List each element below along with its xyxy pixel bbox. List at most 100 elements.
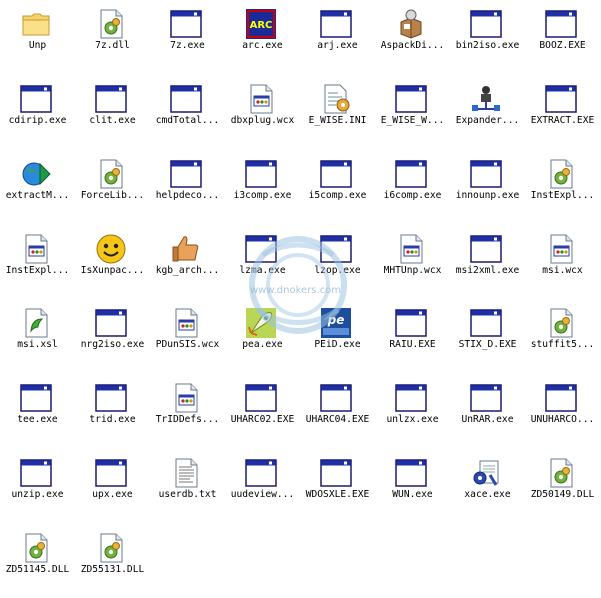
exe-window-icon: [320, 233, 352, 265]
exe-window-icon: [20, 457, 52, 489]
file-name-label: E_WISE_W...: [380, 115, 445, 126]
file-name-label: STIX_D.EXE: [458, 339, 517, 350]
file-item[interactable]: UNUHARCO...: [525, 378, 600, 448]
file-item[interactable]: 7z.dll: [75, 4, 150, 74]
folder-icon: [20, 8, 52, 40]
file-item[interactable]: E_WISE_W...: [375, 79, 450, 149]
file-item[interactable]: E_WISE.INI: [300, 79, 375, 149]
file-item[interactable]: STIX_D.EXE: [450, 303, 525, 373]
file-item[interactable]: WDOSXLE.EXE: [300, 453, 375, 523]
file-name-label: lzma.exe: [239, 265, 286, 276]
file-name-label: trid.exe: [89, 414, 136, 425]
file-item[interactable]: userdb.txt: [150, 453, 225, 523]
file-name-label: PDunSIS.wcx: [155, 339, 220, 350]
exe-window-icon: [95, 382, 127, 414]
file-name-label: EXTRACT.EXE: [530, 115, 595, 126]
file-name-label: TrIDDefs...: [155, 414, 220, 425]
file-item[interactable]: AspackDi...: [375, 4, 450, 74]
file-name-label: stuffit5...: [530, 339, 595, 350]
file-item[interactable]: i5comp.exe: [300, 154, 375, 224]
file-item[interactable]: 7z.exe: [150, 4, 225, 74]
file-name-label: nrg2iso.exe: [80, 339, 145, 350]
exe-window-icon: [395, 307, 427, 339]
file-item[interactable]: innounp.exe: [450, 154, 525, 224]
file-name-label: i5comp.exe: [308, 190, 367, 201]
exe-window-icon: [95, 307, 127, 339]
file-item[interactable]: helpdeco...: [150, 154, 225, 224]
exe-window-icon: [545, 83, 577, 115]
file-item[interactable]: cmdTotal...: [150, 79, 225, 149]
file-item[interactable]: BOOZ.EXE: [525, 4, 600, 74]
exe-window-icon: [395, 457, 427, 489]
file-item[interactable]: cdirip.exe: [0, 79, 75, 149]
file-item[interactable]: pe PEiD.exe: [300, 303, 375, 373]
arc-app-icon: ARC: [245, 8, 277, 40]
file-name-label: PEiD.exe: [314, 339, 361, 350]
file-item[interactable]: msi.xsl: [0, 303, 75, 373]
wcx-file-icon: [170, 382, 202, 414]
file-item[interactable]: PDunSIS.wcx: [150, 303, 225, 373]
file-item[interactable]: msi2xml.exe: [450, 229, 525, 299]
file-item[interactable]: nrg2iso.exe: [75, 303, 150, 373]
file-item[interactable]: kgb_arch...: [150, 229, 225, 299]
file-name-label: E_WISE.INI: [308, 115, 367, 126]
file-name-label: arj.exe: [317, 40, 358, 51]
file-item[interactable]: Unp: [0, 4, 75, 74]
file-item[interactable]: IsXunpac...: [75, 229, 150, 299]
file-item[interactable]: dbxplug.wcx: [225, 79, 300, 149]
exe-window-icon: [545, 8, 577, 40]
file-item[interactable]: xace.exe: [450, 453, 525, 523]
file-item[interactable]: arj.exe: [300, 4, 375, 74]
file-name-label: BOOZ.EXE: [539, 40, 586, 51]
file-item[interactable]: tee.exe: [0, 378, 75, 448]
file-name-label: userdb.txt: [158, 489, 217, 500]
expander-network-icon: [470, 83, 502, 115]
file-item[interactable]: unzip.exe: [0, 453, 75, 523]
file-item[interactable]: trid.exe: [75, 378, 150, 448]
file-item[interactable]: extractM...: [0, 154, 75, 224]
file-item[interactable]: UHARC02.EXE: [225, 378, 300, 448]
file-item[interactable]: ZD50149.DLL: [525, 453, 600, 523]
file-name-label: UHARC02.EXE: [230, 414, 295, 425]
exe-window-icon: [470, 8, 502, 40]
file-item[interactable]: i3comp.exe: [225, 154, 300, 224]
xace-gear-icon: [470, 457, 502, 489]
file-name-label: WDOSXLE.EXE: [305, 489, 370, 500]
file-item[interactable]: MHTUnp.wcx: [375, 229, 450, 299]
file-item[interactable]: upx.exe: [75, 453, 150, 523]
file-item[interactable]: RAIU.EXE: [375, 303, 450, 373]
file-name-label: arc.exe: [242, 40, 283, 51]
file-name-label: ZD50149.DLL: [530, 489, 595, 500]
file-item[interactable]: InstExpl...: [0, 229, 75, 299]
file-name-label: UnRAR.exe: [461, 414, 514, 425]
aspack-box-icon: [395, 8, 427, 40]
file-item[interactable]: WUN.exe: [375, 453, 450, 523]
file-name-label: i3comp.exe: [233, 190, 292, 201]
dll-gear-icon: [545, 158, 577, 190]
file-item[interactable]: stuffit5...: [525, 303, 600, 373]
file-item[interactable]: unlzx.exe: [375, 378, 450, 448]
file-item[interactable]: msi.wcx: [525, 229, 600, 299]
file-name-label: ForceLib...: [80, 190, 145, 201]
file-item[interactable]: clit.exe: [75, 79, 150, 149]
file-item[interactable]: UnRAR.exe: [450, 378, 525, 448]
file-item[interactable]: Expander...: [450, 79, 525, 149]
exe-window-icon: [245, 457, 277, 489]
file-name-label: xace.exe: [464, 489, 511, 500]
file-item[interactable]: TrIDDefs...: [150, 378, 225, 448]
file-item[interactable]: EXTRACT.EXE: [525, 79, 600, 149]
file-item[interactable]: uudeview...: [225, 453, 300, 523]
file-item[interactable]: ForceLib...: [75, 154, 150, 224]
file-item[interactable]: ARC arc.exe: [225, 4, 300, 74]
exe-window-icon: [395, 382, 427, 414]
exe-window-icon: [245, 382, 277, 414]
dll-gear-icon: [545, 457, 577, 489]
file-name-label: ZD55131.DLL: [80, 564, 145, 575]
file-item[interactable]: bin2iso.exe: [450, 4, 525, 74]
file-name-label: i6comp.exe: [383, 190, 442, 201]
exe-window-icon: [470, 233, 502, 265]
file-item[interactable]: pea.exe: [225, 303, 300, 373]
file-item[interactable]: i6comp.exe: [375, 154, 450, 224]
file-item[interactable]: InstExpl...: [525, 154, 600, 224]
file-item[interactable]: UHARC04.EXE: [300, 378, 375, 448]
